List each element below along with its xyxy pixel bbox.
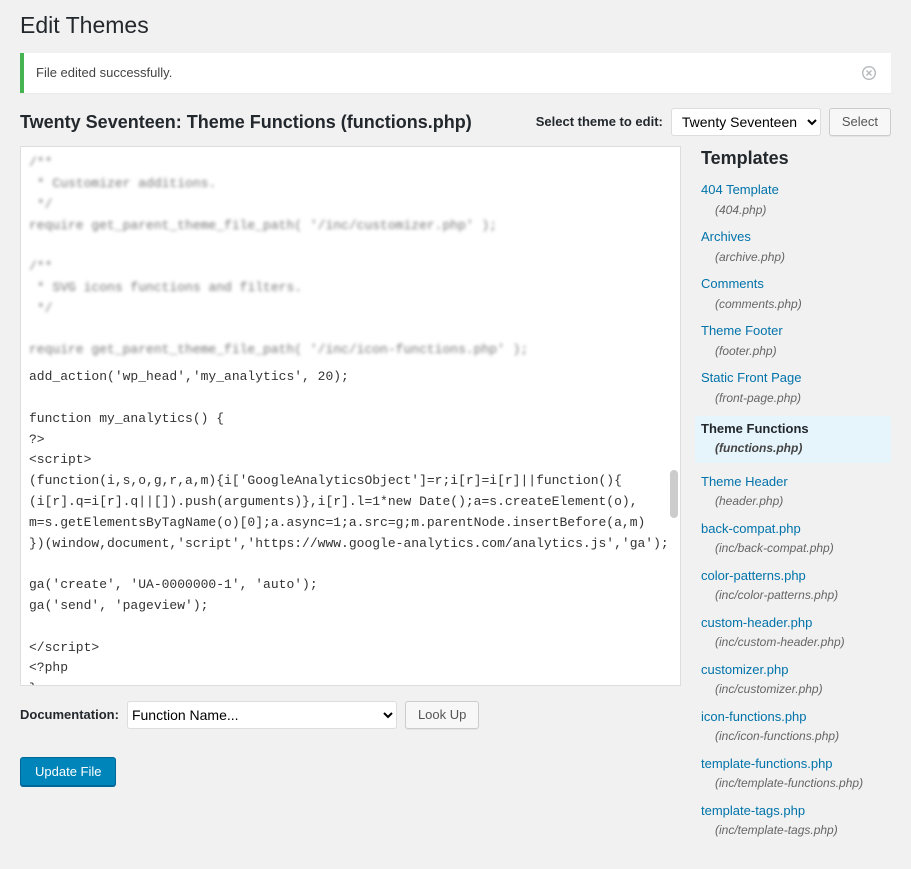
theme-select-label: Select theme to edit: [536, 113, 663, 131]
template-item: icon-functions.php (inc/icon-functions.ph… [701, 708, 891, 745]
template-item: Static Front Page (front-page.php) [701, 369, 891, 406]
select-button[interactable]: Select [829, 108, 891, 136]
template-item: customizer.php (inc/customizer.php) [701, 661, 891, 698]
template-link[interactable]: back-compat.php [701, 520, 891, 538]
templates-heading: Templates [701, 146, 891, 171]
code-clear-section: add_action('wp_head','my_analytics', 20)… [29, 367, 672, 686]
template-link[interactable]: template-functions.php [701, 755, 891, 773]
template-item: Theme Functions (functions.php) [695, 416, 891, 463]
template-filename: (functions.php) [701, 440, 885, 457]
template-link[interactable]: Theme Header [701, 473, 891, 491]
template-filename: (inc/back-compat.php) [701, 540, 891, 557]
template-link[interactable]: Theme Footer [701, 322, 891, 340]
documentation-select[interactable]: Function Name... [127, 701, 397, 729]
close-icon[interactable] [859, 63, 879, 83]
documentation-label: Documentation: [20, 706, 119, 724]
template-item: 404 Template (404.php) [701, 181, 891, 218]
template-list: 404 Template (404.php) Archives (archive.ph… [701, 181, 891, 839]
template-filename: (inc/color-patterns.php) [701, 587, 891, 604]
template-item: Theme Footer (footer.php) [701, 322, 891, 359]
template-filename: (inc/template-tags.php) [701, 822, 891, 839]
template-link[interactable]: customizer.php [701, 661, 891, 679]
theme-select[interactable]: Twenty Seventeen [671, 108, 821, 136]
template-link[interactable]: Archives [701, 228, 891, 246]
template-item: template-tags.php (inc/template-tags.php) [701, 802, 891, 839]
template-item: Comments (comments.php) [701, 275, 891, 312]
success-notice: File edited successfully. [20, 53, 891, 93]
template-filename: (inc/icon-functions.php) [701, 728, 891, 745]
scrollbar-thumb[interactable] [670, 470, 678, 518]
template-item: back-compat.php (inc/back-compat.php) [701, 520, 891, 557]
template-item: template-functions.php (inc/template-func… [701, 755, 891, 792]
notice-text: File edited successfully. [36, 64, 172, 82]
code-blurred-section: /** * Customizer additions. */ require g… [29, 153, 672, 361]
template-link[interactable]: Theme Functions [701, 420, 885, 438]
code-editor[interactable]: /** * Customizer additions. */ require g… [20, 146, 681, 686]
template-filename: (header.php) [701, 493, 891, 510]
template-item: Theme Header (header.php) [701, 473, 891, 510]
template-filename: (front-page.php) [701, 390, 891, 407]
template-filename: (archive.php) [701, 249, 891, 266]
template-link[interactable]: 404 Template [701, 181, 891, 199]
template-filename: (footer.php) [701, 343, 891, 360]
template-link[interactable]: template-tags.php [701, 802, 891, 820]
template-filename: (comments.php) [701, 296, 891, 313]
template-filename: (404.php) [701, 202, 891, 219]
template-link[interactable]: Static Front Page [701, 369, 891, 387]
update-file-button[interactable]: Update File [20, 757, 116, 786]
template-item: color-patterns.php (inc/color-patterns.ph… [701, 567, 891, 604]
template-filename: (inc/custom-header.php) [701, 634, 891, 651]
template-filename: (inc/customizer.php) [701, 681, 891, 698]
template-link[interactable]: icon-functions.php [701, 708, 891, 726]
template-filename: (inc/template-functions.php) [701, 775, 891, 792]
template-link[interactable]: custom-header.php [701, 614, 891, 632]
template-link[interactable]: Comments [701, 275, 891, 293]
template-item: custom-header.php (inc/custom-header.php) [701, 614, 891, 651]
page-title: Edit Themes [20, 0, 891, 41]
lookup-button[interactable]: Look Up [405, 701, 479, 729]
template-link[interactable]: color-patterns.php [701, 567, 891, 585]
template-item: Archives (archive.php) [701, 228, 891, 265]
file-heading: Twenty Seventeen: Theme Functions (funct… [20, 110, 472, 135]
